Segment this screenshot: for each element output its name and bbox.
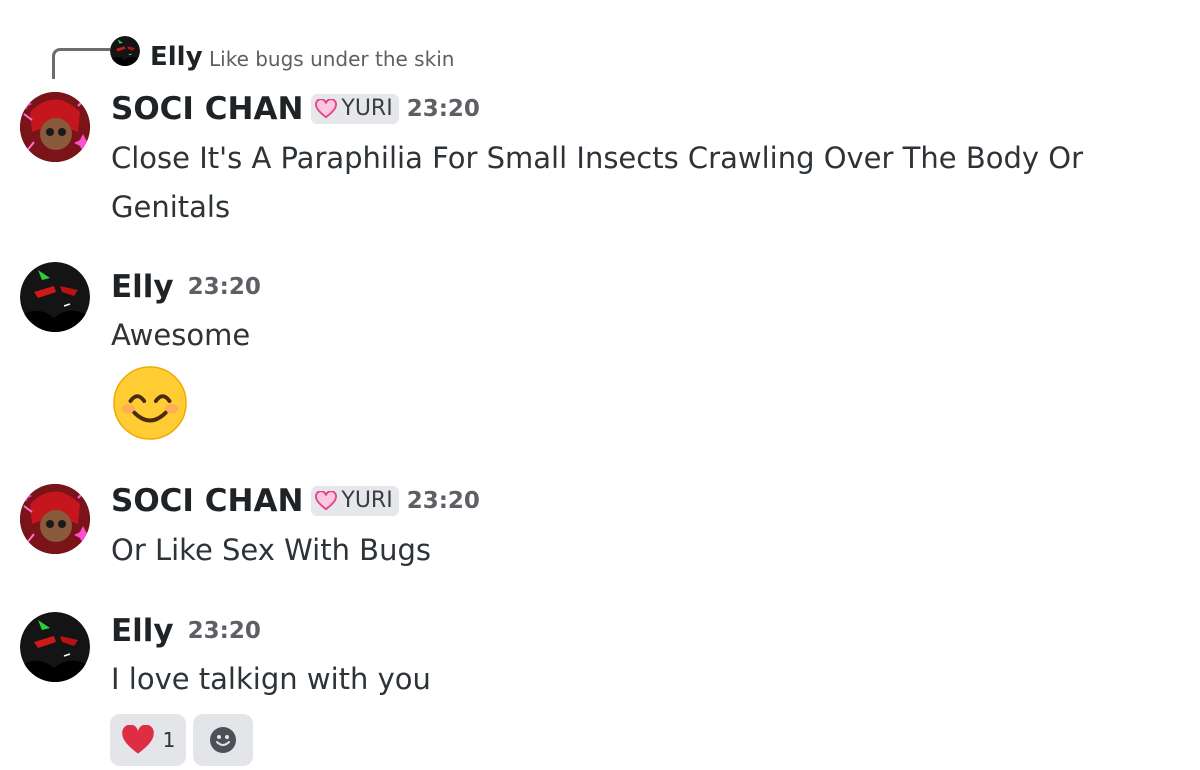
avatar[interactable]	[20, 92, 90, 162]
add-reaction-icon	[210, 727, 236, 753]
smiling-face-emoji-icon	[111, 364, 189, 446]
author-name[interactable]: SOCI CHAN	[111, 90, 303, 128]
reply-avatar[interactable]	[110, 36, 140, 66]
role-tag-label: YURI	[341, 96, 393, 121]
heart-outline-icon	[315, 99, 338, 119]
reaction-count: 1	[162, 728, 176, 752]
add-reaction-button[interactable]	[193, 714, 253, 766]
author-name[interactable]: Elly	[111, 268, 174, 306]
reply-connector	[52, 48, 111, 79]
message-text: Or Like Sex With Bugs	[111, 533, 431, 567]
avatar[interactable]	[20, 612, 90, 682]
message-header: Elly 23:20	[111, 612, 261, 650]
author-name[interactable]: SOCI CHAN	[111, 482, 303, 520]
avatar[interactable]	[20, 262, 90, 332]
reaction-red-heart[interactable]: 1	[110, 714, 186, 766]
message-text: Close It's A Paraphilia For Small Insect…	[111, 141, 1083, 175]
role-tag[interactable]: YURI	[311, 94, 399, 124]
reply-author[interactable]: Elly	[150, 40, 203, 74]
heart-outline-icon	[315, 491, 338, 511]
role-tag-label: YURI	[341, 488, 393, 513]
avatar[interactable]	[20, 484, 90, 554]
role-tag[interactable]: YURI	[311, 486, 399, 516]
message-header: Elly 23:20	[111, 268, 261, 306]
timestamp: 23:20	[406, 488, 480, 514]
message-header: SOCI CHAN YURI 23:20	[111, 482, 480, 520]
message-text: I love talkign with you	[111, 662, 431, 696]
author-name[interactable]: Elly	[111, 612, 174, 650]
timestamp: 23:20	[406, 96, 480, 122]
reply-preview-text[interactable]: Like bugs under the skin	[209, 46, 454, 72]
message-text: Awesome	[111, 318, 251, 352]
timestamp: 23:20	[187, 618, 261, 644]
timestamp: 23:20	[187, 274, 261, 300]
message-header: SOCI CHAN YURI 23:20	[111, 90, 480, 128]
red-heart-icon	[121, 725, 154, 754]
message-text-continued: Genitals	[111, 190, 231, 224]
